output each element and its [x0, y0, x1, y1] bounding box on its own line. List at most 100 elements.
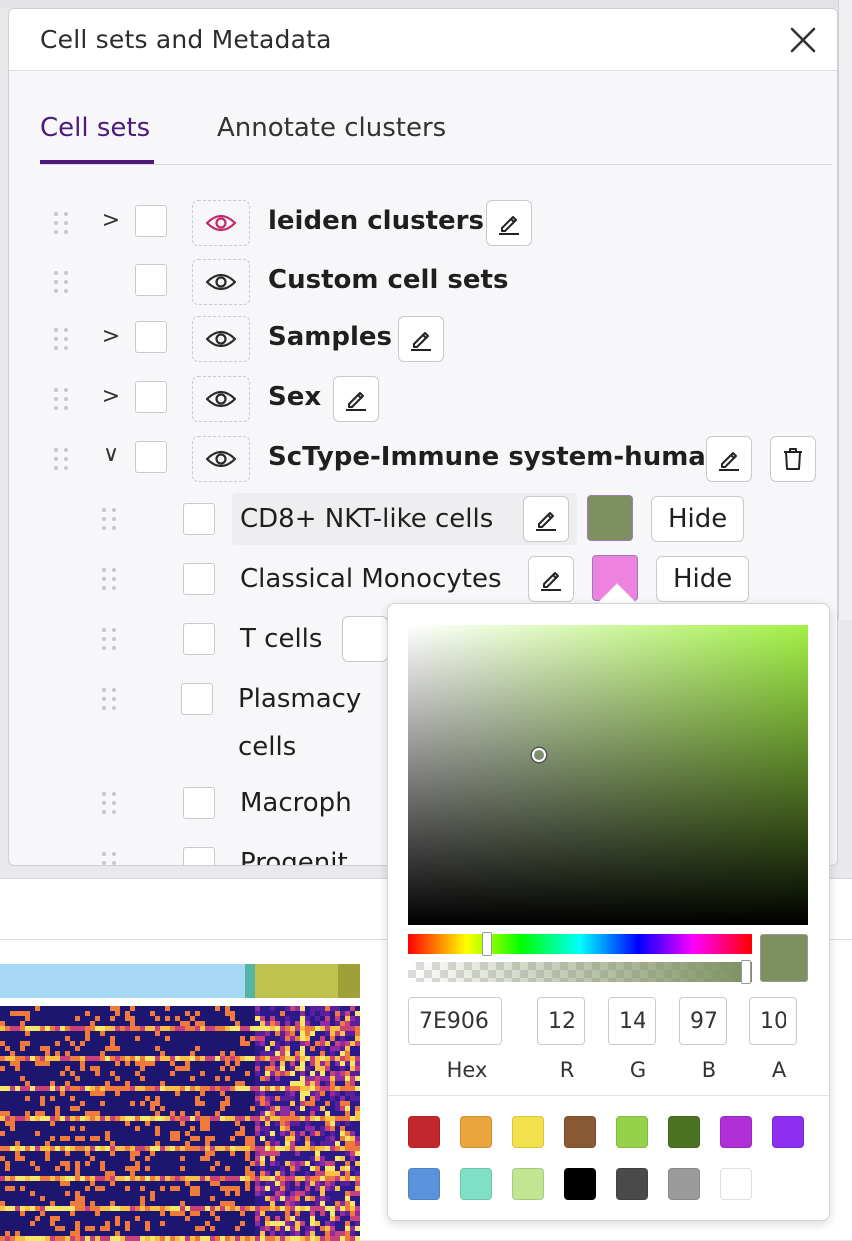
- row-checkbox[interactable]: [183, 503, 215, 535]
- edit-button[interactable]: [486, 200, 532, 246]
- tree-row-sctype-immune: ∨ ScType-Immune system-human: [9, 433, 837, 485]
- hide-button[interactable]: Hide: [656, 556, 750, 602]
- row-checkbox[interactable]: [183, 787, 215, 819]
- eye-icon: [206, 390, 236, 408]
- preset-swatch[interactable]: [616, 1116, 648, 1148]
- collapse-chevron-icon[interactable]: ∨: [101, 442, 121, 467]
- r-field[interactable]: [537, 997, 585, 1045]
- hex-input[interactable]: [409, 998, 501, 1044]
- r-label: R: [559, 1058, 575, 1082]
- drag-handle-icon[interactable]: [54, 212, 72, 234]
- expand-chevron-icon[interactable]: >: [101, 384, 121, 409]
- visibility-toggle[interactable]: [192, 376, 250, 422]
- drag-handle-icon[interactable]: [54, 328, 72, 350]
- pencil-icon: [719, 452, 739, 471]
- pencil-icon: [536, 512, 556, 531]
- visibility-toggle[interactable]: [192, 316, 250, 362]
- eye-icon: [206, 450, 236, 468]
- pencil-icon: [411, 332, 431, 351]
- tree-row-sex: > Sex: [9, 373, 837, 425]
- edit-button[interactable]: [528, 556, 574, 602]
- g-input[interactable]: [609, 998, 655, 1044]
- pencil-icon: [541, 572, 561, 591]
- heatmap-plot[interactable]: [0, 964, 360, 1241]
- expand-chevron-icon[interactable]: >: [101, 324, 121, 349]
- delete-button[interactable]: [770, 436, 816, 482]
- drag-handle-icon[interactable]: [102, 688, 120, 710]
- row-checkbox[interactable]: [183, 623, 215, 655]
- edit-button[interactable]: [333, 376, 379, 422]
- row-checkbox[interactable]: [181, 683, 213, 715]
- tree-row-leiden-clusters: > leiden clusters: [9, 197, 837, 249]
- row-checkbox[interactable]: [183, 847, 215, 865]
- visibility-toggle[interactable]: [192, 436, 250, 482]
- preset-swatch[interactable]: [772, 1116, 804, 1148]
- hue-slider-handle[interactable]: [482, 932, 492, 956]
- edit-button[interactable]: [342, 616, 388, 662]
- preset-swatch[interactable]: [564, 1168, 596, 1200]
- saturation-pointer[interactable]: [532, 748, 546, 762]
- row-checkbox[interactable]: [135, 264, 167, 296]
- preset-swatch[interactable]: [564, 1116, 596, 1148]
- drag-handle-icon[interactable]: [54, 388, 72, 410]
- row-label: leiden clusters: [268, 206, 484, 236]
- a-field[interactable]: [749, 997, 797, 1045]
- b-label: B: [701, 1058, 717, 1082]
- hue-slider[interactable]: [408, 932, 752, 956]
- preset-swatch[interactable]: [720, 1168, 752, 1200]
- trash-icon: [784, 448, 802, 470]
- preset-swatch[interactable]: [616, 1168, 648, 1200]
- row-label: CD8+ NKT-like cells: [240, 504, 494, 534]
- drag-handle-icon[interactable]: [102, 508, 120, 530]
- preset-swatch[interactable]: [668, 1116, 700, 1148]
- eye-icon: [206, 214, 236, 232]
- drag-handle-icon[interactable]: [54, 448, 72, 470]
- preset-swatch[interactable]: [668, 1168, 700, 1200]
- expand-chevron-icon[interactable]: >: [101, 208, 121, 233]
- preset-swatch[interactable]: [720, 1116, 752, 1148]
- pencil-icon: [346, 392, 366, 411]
- preset-swatch[interactable]: [512, 1168, 544, 1200]
- color-picker-popover: Hex R G B A: [387, 603, 831, 1221]
- hex-field[interactable]: [408, 997, 502, 1045]
- row-label: Samples: [268, 322, 392, 352]
- b-field[interactable]: [679, 997, 727, 1045]
- hide-button[interactable]: Hide: [651, 496, 745, 542]
- preset-swatch[interactable]: [460, 1116, 492, 1148]
- row-label: Classical Monocytes: [240, 564, 502, 594]
- tree-child-classical-monocytes: Classical Monocytes Hide: [9, 553, 837, 605]
- color-preview: [760, 934, 808, 982]
- tree-child-cd8-nkt: CD8+ NKT-like cells Hide: [9, 493, 837, 545]
- visibility-toggle[interactable]: [192, 259, 250, 305]
- row-checkbox[interactable]: [135, 381, 167, 413]
- row-label: ScType-Immune system-human: [268, 442, 725, 472]
- color-swatch-button[interactable]: [587, 495, 633, 541]
- drag-handle-icon[interactable]: [54, 271, 72, 293]
- row-checkbox[interactable]: [135, 205, 167, 237]
- b-input[interactable]: [680, 998, 726, 1044]
- saturation-area[interactable]: [408, 625, 808, 925]
- drag-handle-icon[interactable]: [102, 792, 120, 814]
- row-checkbox[interactable]: [135, 441, 167, 473]
- preset-swatch[interactable]: [512, 1116, 544, 1148]
- eye-icon: [206, 273, 236, 291]
- pencil-icon: [499, 216, 519, 235]
- edit-button[interactable]: [398, 316, 444, 362]
- preset-swatch[interactable]: [460, 1168, 492, 1200]
- drag-handle-icon[interactable]: [102, 852, 120, 865]
- drag-handle-icon[interactable]: [102, 628, 120, 650]
- alpha-slider[interactable]: [408, 960, 752, 984]
- preset-swatch[interactable]: [408, 1168, 440, 1200]
- edit-button[interactable]: [523, 496, 569, 542]
- r-input[interactable]: [538, 998, 584, 1044]
- g-field[interactable]: [608, 997, 656, 1045]
- visibility-toggle[interactable]: [192, 200, 250, 246]
- cluster-bar-segment: [255, 964, 338, 998]
- preset-swatch[interactable]: [408, 1116, 440, 1148]
- row-checkbox[interactable]: [135, 321, 167, 353]
- row-checkbox[interactable]: [183, 563, 215, 595]
- edit-button[interactable]: [706, 436, 752, 482]
- alpha-slider-handle[interactable]: [741, 960, 751, 984]
- drag-handle-icon[interactable]: [102, 568, 120, 590]
- a-input[interactable]: [750, 998, 796, 1044]
